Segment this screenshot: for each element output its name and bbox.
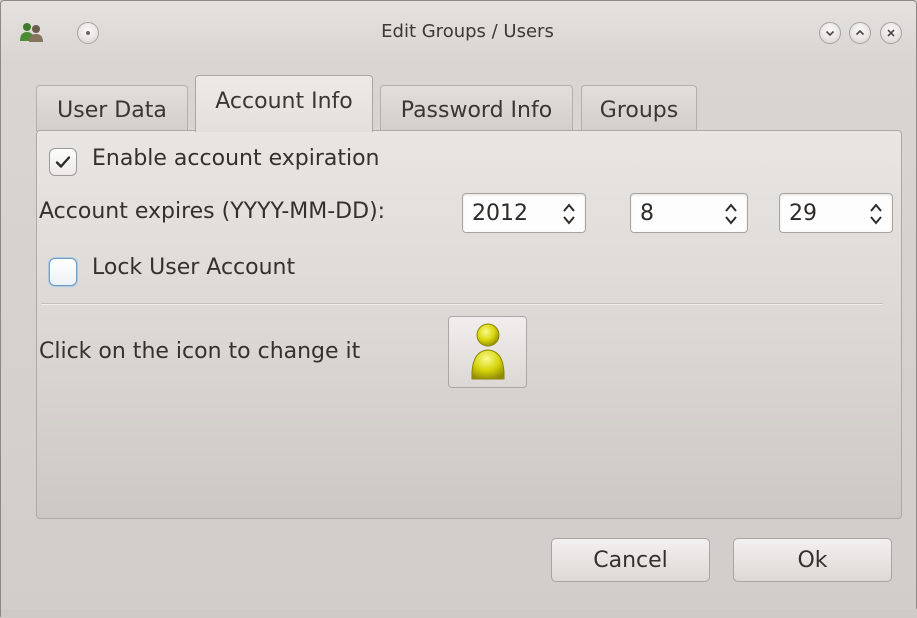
- spin-arrows-icon[interactable]: [562, 202, 576, 226]
- close-icon[interactable]: [880, 22, 902, 44]
- account-expires-label: Account expires (YYYY-MM-DD):: [39, 199, 386, 224]
- expiry-day-value: 29: [789, 201, 817, 226]
- cancel-button[interactable]: Cancel: [551, 538, 710, 582]
- icon-hint-label: Click on the icon to change it: [39, 339, 361, 364]
- expiry-month-value: 8: [640, 201, 654, 226]
- lock-account-label[interactable]: Lock User Account: [92, 255, 295, 280]
- lock-account-checkbox[interactable]: [49, 258, 77, 286]
- change-user-icon-button[interactable]: [448, 316, 527, 388]
- chevron-down-icon[interactable]: [819, 22, 841, 44]
- user-avatar-icon: [470, 323, 505, 380]
- expiry-day-spinbox[interactable]: 29: [779, 193, 893, 233]
- tab-groups[interactable]: Groups: [581, 85, 697, 131]
- enable-expiration-checkbox[interactable]: [49, 148, 77, 176]
- spin-arrows-icon[interactable]: [724, 202, 738, 226]
- checkmark-icon: [55, 156, 71, 168]
- ok-button[interactable]: Ok: [733, 538, 892, 582]
- tab-password-info[interactable]: Password Info: [380, 85, 573, 131]
- title-bar: Edit Groups / Users: [1, 1, 916, 63]
- chevron-up-icon[interactable]: [849, 22, 871, 44]
- expiry-year-value: 2012: [472, 201, 528, 226]
- tab-account-info[interactable]: Account Info: [195, 75, 373, 132]
- window-title: Edit Groups / Users: [381, 21, 554, 42]
- expiry-month-spinbox[interactable]: 8: [630, 193, 748, 233]
- edit-groups-users-window: Edit Groups / Users User Data Account In…: [0, 0, 917, 618]
- tab-user-data[interactable]: User Data: [36, 85, 188, 131]
- account-info-panel: Enable account expiration Account expire…: [36, 130, 902, 519]
- section-divider: [41, 303, 883, 305]
- expiry-year-spinbox[interactable]: 2012: [462, 193, 586, 233]
- spin-arrows-icon[interactable]: [869, 202, 883, 226]
- enable-expiration-label[interactable]: Enable account expiration: [92, 146, 379, 171]
